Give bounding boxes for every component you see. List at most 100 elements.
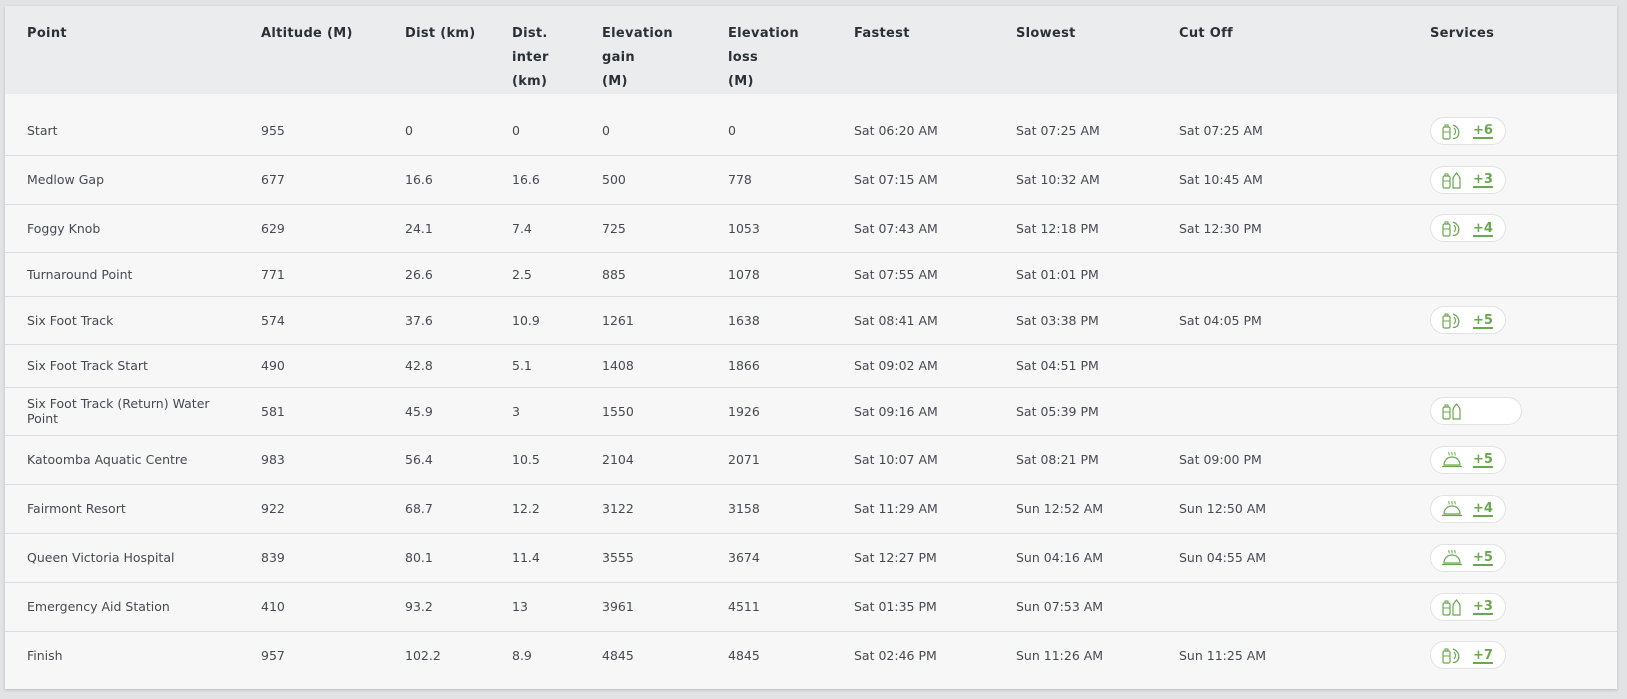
cell-cutoff: Sat 09:00 PM xyxy=(1157,435,1408,485)
header-dist-inter: Dist. inter (km) xyxy=(490,6,580,94)
cell-dist: 102.2 xyxy=(405,647,441,663)
services-more-link[interactable]: +6 xyxy=(1473,123,1493,138)
cell-altitude: 410 xyxy=(239,582,383,632)
cell-point: Emergency Aid Station xyxy=(5,582,239,632)
header-loss-line2: (M) xyxy=(728,74,754,89)
cell-services xyxy=(1408,344,1617,388)
table-row: Finish 957 102.2 8.9 4845 4845 Sat 02:46 PM Sun… xyxy=(5,631,1617,679)
cell-elevation-loss: 1926 xyxy=(706,387,832,436)
table-row: Emergency Aid Station 410 93.2 13 3961 4511 Sa… xyxy=(5,582,1617,632)
cell-elevation-loss: 1866 xyxy=(706,344,832,388)
services-more-link[interactable]: +4 xyxy=(1473,221,1493,236)
cell-dist: 0 xyxy=(383,107,490,156)
cell-elevation-loss: 778 xyxy=(706,155,832,205)
services-button[interactable]: +6 xyxy=(1430,116,1506,145)
cell-altitude: 955 xyxy=(239,107,383,156)
cell-services: +3 xyxy=(1408,155,1617,205)
cell-slowest: Sat 01:01 PM xyxy=(994,252,1157,297)
cell-altitude: 983 xyxy=(239,435,383,485)
cell-elevation-loss: 1638 xyxy=(706,296,832,345)
cell-slowest: Sat 10:32 AM xyxy=(994,155,1157,205)
cell-services: +5 xyxy=(1408,296,1617,345)
cell-fastest: Sat 09:02 AM xyxy=(832,344,994,388)
water-food-icon xyxy=(1441,122,1463,140)
cell-elevation-gain: 2104 xyxy=(580,435,706,485)
cell-point: Six Foot Track xyxy=(5,296,239,345)
cell-dist: 93.2 xyxy=(383,582,490,632)
water-bottles-icon xyxy=(1441,402,1463,420)
services-more-link[interactable]: +4 xyxy=(1473,501,1493,516)
cell-slowest: Sat 03:38 PM xyxy=(994,296,1157,345)
cell-services: +4 xyxy=(1408,484,1617,534)
cell-services: +6 xyxy=(1408,107,1617,156)
cell-cutoff: Sun 11:25 AM xyxy=(1179,647,1267,663)
cell-altitude: 581 xyxy=(239,387,383,436)
table-row: Start 955 0 0 0 0 Sat 06:20 AM Sat 07:25 AM Sat … xyxy=(5,107,1617,156)
cell-dist: 37.6 xyxy=(383,296,490,345)
header-gain-line1: Elevation gain xyxy=(602,26,673,65)
services-more-link[interactable]: +5 xyxy=(1473,452,1493,467)
cell-slowest: Sun 07:53 AM xyxy=(994,582,1157,632)
cell-elevation-loss: 3674 xyxy=(706,533,832,583)
header-gain-line2: (M) xyxy=(602,74,628,89)
services-button[interactable]: +5 xyxy=(1430,543,1506,572)
header-slowest: Slowest xyxy=(1016,26,1076,41)
cell-fastest: Sat 10:07 AM xyxy=(832,435,994,485)
services-button[interactable]: +3 xyxy=(1430,592,1506,621)
services-button[interactable]: +4 xyxy=(1430,214,1506,242)
cell-dist: 68.7 xyxy=(383,484,490,534)
water-food-icon xyxy=(1441,219,1463,237)
cell-point: Turnaround Point xyxy=(5,252,239,297)
cell-fastest: Sat 08:41 AM xyxy=(832,296,994,345)
cell-dist: 80.1 xyxy=(383,533,490,583)
cell-altitude: 490 xyxy=(239,344,383,388)
cell-elevation-gain: 885 xyxy=(580,252,706,297)
cell-elevation-loss: 1053 xyxy=(706,204,832,253)
table-header-row: Point Altitude (M) Dist (km) Dist. inter… xyxy=(5,6,1617,94)
table-row: Six Foot Track (Return) Water Point 581 45… xyxy=(5,387,1617,436)
cell-dist: 56.4 xyxy=(383,435,490,485)
table-row: Six Foot Track 574 37.6 10.9 1261 1638 Sat 08:… xyxy=(5,296,1617,345)
cell-cutoff: Sun 04:55 AM xyxy=(1157,533,1408,583)
cell-dist-inter: 12.2 xyxy=(490,484,580,534)
table-row: Foggy Knob 629 24.1 7.4 725 1053 Sat 07:43 AM S… xyxy=(5,204,1617,253)
cell-dist-inter: 10.5 xyxy=(490,435,580,485)
hot-meal-icon xyxy=(1441,450,1463,469)
services-button[interactable]: +5 xyxy=(1430,445,1506,474)
cell-elevation-gain: 0 xyxy=(580,107,706,156)
cell-dist: 24.1 xyxy=(383,204,490,253)
cell-dist-inter: 7.4 xyxy=(490,204,580,253)
cell-services xyxy=(1408,387,1617,436)
cell-fastest: Sat 07:43 AM xyxy=(832,204,994,253)
services-more-link[interactable]: +5 xyxy=(1473,550,1493,565)
cell-cutoff xyxy=(1157,344,1408,388)
cell-cutoff: Sun 12:50 AM xyxy=(1157,484,1408,534)
cell-cutoff xyxy=(1157,387,1408,436)
cell-fastest: Sat 07:15 AM xyxy=(832,155,994,205)
services-more-link[interactable]: +7 xyxy=(1473,648,1493,663)
cell-services: +5 xyxy=(1408,533,1617,583)
cell-elevation-gain: 4845 xyxy=(602,647,634,663)
cell-altitude: 922 xyxy=(239,484,383,534)
cell-cutoff: Sat 10:45 AM xyxy=(1157,155,1408,205)
cell-elevation-gain: 725 xyxy=(580,204,706,253)
header-services: Services xyxy=(1430,26,1495,41)
cell-services: +3 xyxy=(1408,582,1617,632)
services-button[interactable]: +7 xyxy=(1430,641,1506,670)
cell-services: +4 xyxy=(1408,204,1617,253)
header-dist: Dist (km) xyxy=(405,26,476,41)
cell-dist-inter: 11.4 xyxy=(490,533,580,583)
services-button[interactable] xyxy=(1430,397,1522,425)
cell-elevation-gain: 1408 xyxy=(580,344,706,388)
table-row: Turnaround Point 771 26.6 2.5 885 1078 Sat 07:… xyxy=(5,252,1617,297)
services-more-link[interactable]: +5 xyxy=(1473,313,1493,328)
services-button[interactable]: +4 xyxy=(1430,494,1506,523)
services-button[interactable]: +3 xyxy=(1430,165,1506,194)
services-more-link[interactable]: +3 xyxy=(1473,599,1493,614)
cell-dist-inter: 2.5 xyxy=(490,252,580,297)
services-more-link[interactable]: +3 xyxy=(1473,172,1493,187)
header-dist-inter-line2: (km) xyxy=(512,74,548,89)
cell-altitude: 629 xyxy=(239,204,383,253)
cell-fastest: Sat 11:29 AM xyxy=(832,484,994,534)
services-button[interactable]: +5 xyxy=(1430,306,1506,334)
